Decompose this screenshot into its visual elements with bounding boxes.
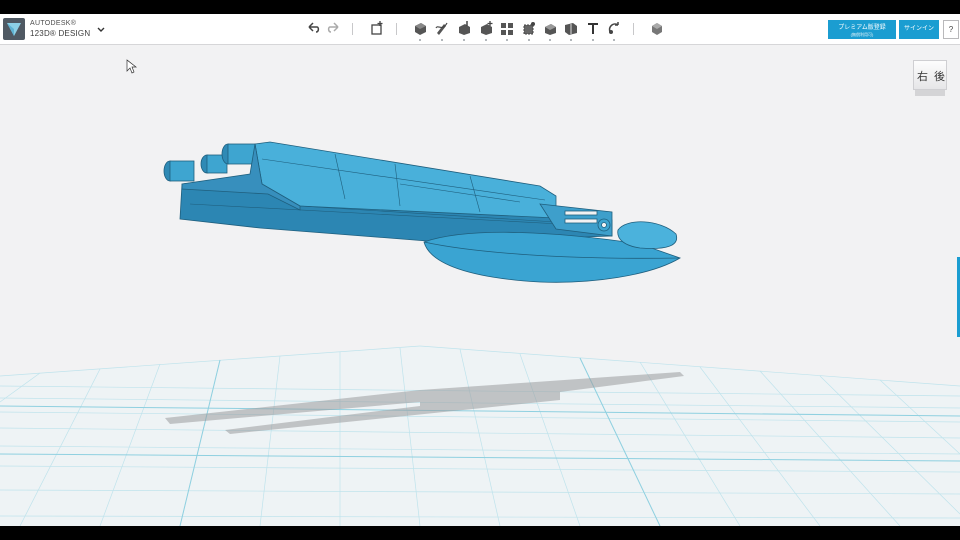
- primitives-icon[interactable]: [412, 20, 428, 41]
- snap-icon[interactable]: [606, 20, 622, 41]
- pattern-icon[interactable]: [499, 20, 515, 41]
- toolbar-divider: [633, 23, 634, 35]
- app-logo-icon[interactable]: [3, 18, 25, 40]
- premium-sublabel: (無償利用可): [850, 31, 874, 37]
- premium-label: プレミアム版登録: [838, 24, 886, 31]
- text-icon[interactable]: [585, 20, 601, 41]
- construct-icon[interactable]: [456, 20, 472, 41]
- view-cube-right-label[interactable]: 右: [917, 68, 928, 84]
- app-window: AUTODESK® 123D® DESIGN プレミアム版登録 (無償利用可) …: [0, 14, 960, 526]
- brand-company: AUTODESK®: [30, 20, 77, 27]
- redo-icon[interactable]: [326, 20, 342, 38]
- premium-signup-button[interactable]: プレミアム版登録 (無償利用可): [828, 20, 896, 39]
- sketch-icon[interactable]: [434, 20, 450, 41]
- modify-icon[interactable]: [478, 20, 494, 41]
- view-cube-face[interactable]: 右 後: [913, 60, 947, 90]
- toolbar-divider: [352, 23, 353, 35]
- view-cube[interactable]: 右 後: [913, 60, 947, 96]
- viewport-canvas[interactable]: [0, 14, 960, 526]
- toolbar-divider: [396, 23, 397, 35]
- mouse-cursor: [126, 59, 138, 74]
- top-toolbar: AUTODESK® 123D® DESIGN プレミアム版登録 (無償利用可) …: [0, 14, 960, 45]
- help-button[interactable]: ?: [943, 20, 959, 39]
- brand-product: 123D® DESIGN: [30, 29, 91, 38]
- chevron-down-icon[interactable]: [95, 23, 107, 35]
- combine-icon[interactable]: [542, 20, 558, 41]
- view-cube-base: [915, 90, 945, 96]
- add-box-icon[interactable]: [369, 20, 385, 38]
- view-cube-back-label[interactable]: 後: [934, 68, 945, 84]
- measure-icon[interactable]: [563, 20, 579, 41]
- spaceship-model[interactable]: [163, 141, 681, 283]
- group-icon[interactable]: [521, 20, 537, 41]
- undo-icon[interactable]: [305, 20, 321, 38]
- signin-button[interactable]: サインイン: [899, 20, 939, 39]
- material-icon[interactable]: [649, 20, 665, 38]
